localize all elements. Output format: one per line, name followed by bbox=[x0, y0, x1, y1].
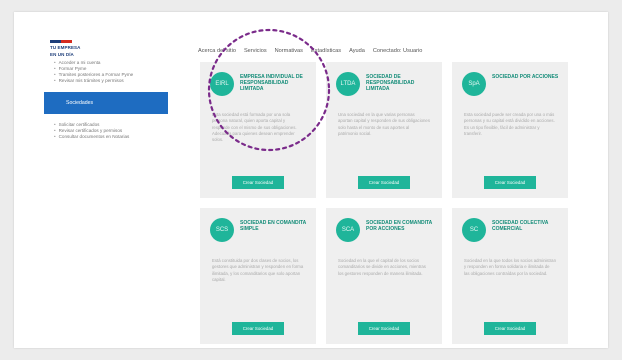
card-sc: SC SOCIEDAD COLECTIVA COMERCIAL Sociedad… bbox=[452, 208, 568, 344]
card-description: Sociedad en la que todos los socios admi… bbox=[464, 258, 556, 276]
site-logo[interactable]: TU EMPRESA EN UN DÍA bbox=[50, 40, 94, 62]
card-sca: SCA SOCIEDAD EN COMANDITA POR ACCIONES S… bbox=[326, 208, 442, 344]
card-ltda: LTDA SOCIEDAD DE RESPONSABILIDAD LIMITAD… bbox=[326, 62, 442, 198]
logo-text-line-2: EN UN DÍA bbox=[50, 52, 74, 57]
sidebar-item-label: Revisar mis trámites y permisos bbox=[58, 78, 124, 83]
sidebar: • Acceder a mi cuenta • Formar Pyme • Trami… bbox=[44, 60, 194, 140]
sidebar-item[interactable]: • Consultar documentos en Notarias bbox=[54, 134, 194, 140]
sidebar-item[interactable]: • Revisar mis trámites y permisos bbox=[54, 78, 194, 84]
create-company-button[interactable]: Crear Sociedad bbox=[358, 322, 410, 335]
card-title: SOCIEDAD POR ACCIONES bbox=[492, 74, 559, 80]
sidebar-item-active[interactable]: Sociedades bbox=[44, 92, 168, 114]
company-type-icon: SCS bbox=[210, 218, 234, 242]
card-title: SOCIEDAD EN COMANDITA POR ACCIONES bbox=[366, 220, 433, 232]
card-description: Una sociedad en la que varias personas a… bbox=[338, 112, 430, 136]
nav-user-status[interactable]: Conectado: Usuario bbox=[373, 48, 422, 54]
create-company-button[interactable]: Crear Sociedad bbox=[484, 322, 536, 335]
nav-help[interactable]: Ayuda bbox=[349, 48, 365, 54]
card-scs: SCS SOCIEDAD EN COMANDITA SIMPLE Está co… bbox=[200, 208, 316, 344]
logo-text-line-1: TU EMPRESA bbox=[50, 45, 81, 50]
card-title: SOCIEDAD COLECTIVA COMERCIAL bbox=[492, 220, 549, 232]
create-company-button[interactable]: Crear Sociedad bbox=[484, 176, 536, 189]
card-description: Está constituida por dos clases de socio… bbox=[212, 258, 304, 282]
card-title: SOCIEDAD DE RESPONSABILIDAD LIMITADA bbox=[366, 74, 415, 92]
card-title: SOCIEDAD EN COMANDITA SIMPLE bbox=[240, 220, 307, 232]
company-type-icon: SC bbox=[462, 218, 486, 242]
company-type-icon: LTDA bbox=[336, 72, 360, 96]
card-description: Sociedad en la que el capital de los soc… bbox=[338, 258, 426, 276]
card-description: Esta sociedad puede ser creada por una o… bbox=[464, 112, 555, 136]
browser-page: TU EMPRESA EN UN DÍA Acerca del sitio Se… bbox=[14, 12, 608, 348]
create-company-button[interactable]: Crear Sociedad bbox=[358, 176, 410, 189]
bullet-icon: • bbox=[54, 78, 56, 83]
bullet-icon: • bbox=[54, 134, 56, 139]
create-company-button[interactable]: Crear Sociedad bbox=[232, 176, 284, 189]
company-type-icon: SCA bbox=[336, 218, 360, 242]
company-type-icon: SpA bbox=[462, 72, 486, 96]
flag-stripe bbox=[50, 40, 72, 43]
sidebar-item-label: Consultar documentos en Notarias bbox=[58, 134, 130, 139]
card-spa: SpA SOCIEDAD POR ACCIONES Esta sociedad … bbox=[452, 62, 568, 198]
highlight-circle bbox=[207, 28, 331, 152]
sidebar-active-label: Sociedades bbox=[66, 100, 94, 106]
create-company-button[interactable]: Crear Sociedad bbox=[232, 322, 284, 335]
